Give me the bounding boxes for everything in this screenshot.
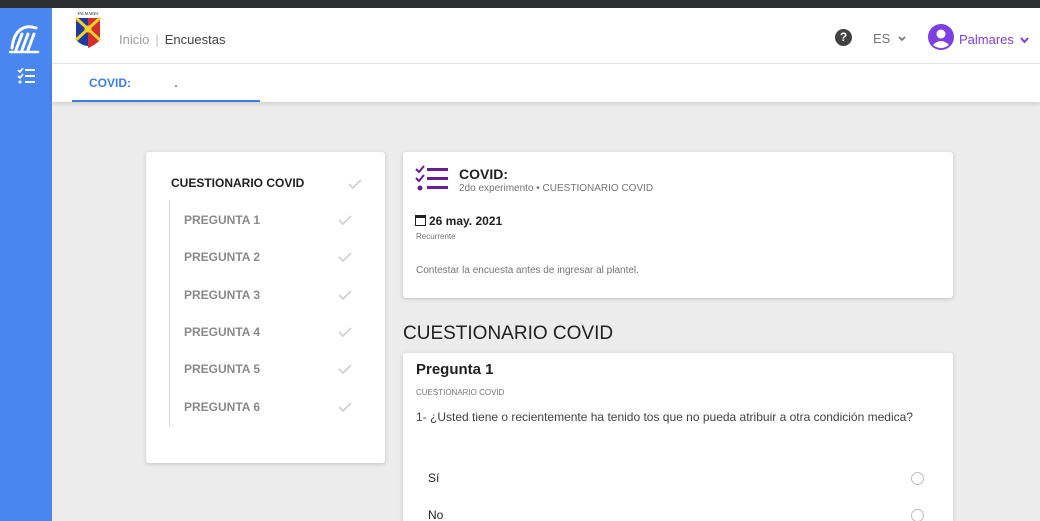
- question-card: Pregunta 1 CUESTIONARIO COVID 1- ¿Usted …: [403, 353, 953, 521]
- menu-list-icon[interactable]: [17, 68, 35, 84]
- question-title: Pregunta 1: [416, 361, 494, 378]
- list-check-icon: [415, 165, 448, 191]
- chevron-down-icon: [898, 36, 906, 42]
- survey-date-text: 26 may. 2021: [429, 214, 503, 228]
- radio-option-no[interactable]: [911, 509, 924, 521]
- top-header: PALMARES Inicio | Encuestas ? ES Palmares: [52, 8, 1040, 64]
- municipality-crest-icon: PALMARES: [74, 11, 102, 48]
- breadcrumb: Inicio | Encuestas: [119, 32, 225, 47]
- check-icon: [348, 179, 362, 189]
- survey-info-card: COVID: 2do experimento • CUESTIONARIO CO…: [403, 152, 953, 298]
- user-menu[interactable]: Palmares: [959, 32, 1029, 47]
- check-icon: [338, 364, 352, 374]
- tab-label: COVID:: [89, 76, 131, 90]
- tab-dot: [175, 85, 177, 87]
- breadcrumb-home[interactable]: Inicio: [119, 32, 149, 47]
- survey-description: Contestar la encuesta antes de ingresar …: [416, 265, 639, 276]
- calendar-icon: [415, 215, 426, 226]
- stepper-item-pregunta-5[interactable]: PREGUNTA 5: [184, 362, 260, 376]
- chevron-down-icon: [1019, 37, 1029, 44]
- app-logo-icon[interactable]: [8, 22, 44, 56]
- check-icon: [338, 402, 352, 412]
- survey-date: 26 may. 2021: [415, 214, 502, 228]
- section-title: CUESTIONARIO COVID: [403, 323, 614, 344]
- crest-text: PALMARES: [78, 11, 99, 16]
- questionnaire-stepper: CUESTIONARIO COVID PREGUNTA 1 PREGUNTA 2…: [146, 152, 385, 463]
- user-name: Palmares: [959, 32, 1014, 47]
- language-label: ES: [873, 31, 891, 46]
- question-section: CUESTIONARIO COVID: [416, 388, 505, 397]
- stepper-item-pregunta-3[interactable]: PREGUNTA 3: [184, 288, 260, 302]
- check-icon: [338, 215, 352, 225]
- survey-title: COVID:: [459, 166, 508, 182]
- stepper-line: [169, 200, 170, 426]
- left-sidebar: [0, 8, 52, 521]
- breadcrumb-separator: |: [155, 32, 159, 47]
- stepper-item-pregunta-1[interactable]: PREGUNTA 1: [184, 213, 260, 227]
- tab-bar: COVID:: [52, 64, 1040, 102]
- stepper-item-pregunta-4[interactable]: PREGUNTA 4: [184, 325, 260, 339]
- stepper-item-pregunta-2[interactable]: PREGUNTA 2: [184, 250, 260, 264]
- survey-subtitle: 2do experimento • CUESTIONARIO COVID: [459, 183, 654, 194]
- language-selector[interactable]: ES: [873, 31, 906, 46]
- survey-frequency: Recurrente: [416, 232, 456, 241]
- breadcrumb-current: Encuestas: [164, 32, 226, 47]
- question-text: 1- ¿Usted tiene o recientemente ha tenid…: [416, 410, 913, 424]
- stepper-item-pregunta-6[interactable]: PREGUNTA 6: [184, 400, 260, 414]
- avatar-icon[interactable]: [928, 24, 954, 50]
- browser-top-strip: [0, 0, 1040, 8]
- option-label-no[interactable]: No: [428, 508, 443, 521]
- help-icon[interactable]: ?: [835, 29, 852, 46]
- check-icon: [338, 252, 352, 262]
- option-label-si[interactable]: Sí: [428, 471, 439, 485]
- check-icon: [338, 327, 352, 337]
- radio-option-si[interactable]: [911, 472, 924, 485]
- tab-covid[interactable]: COVID:: [72, 64, 260, 102]
- check-icon: [338, 290, 352, 300]
- stepper-main-label[interactable]: CUESTIONARIO COVID: [171, 176, 304, 190]
